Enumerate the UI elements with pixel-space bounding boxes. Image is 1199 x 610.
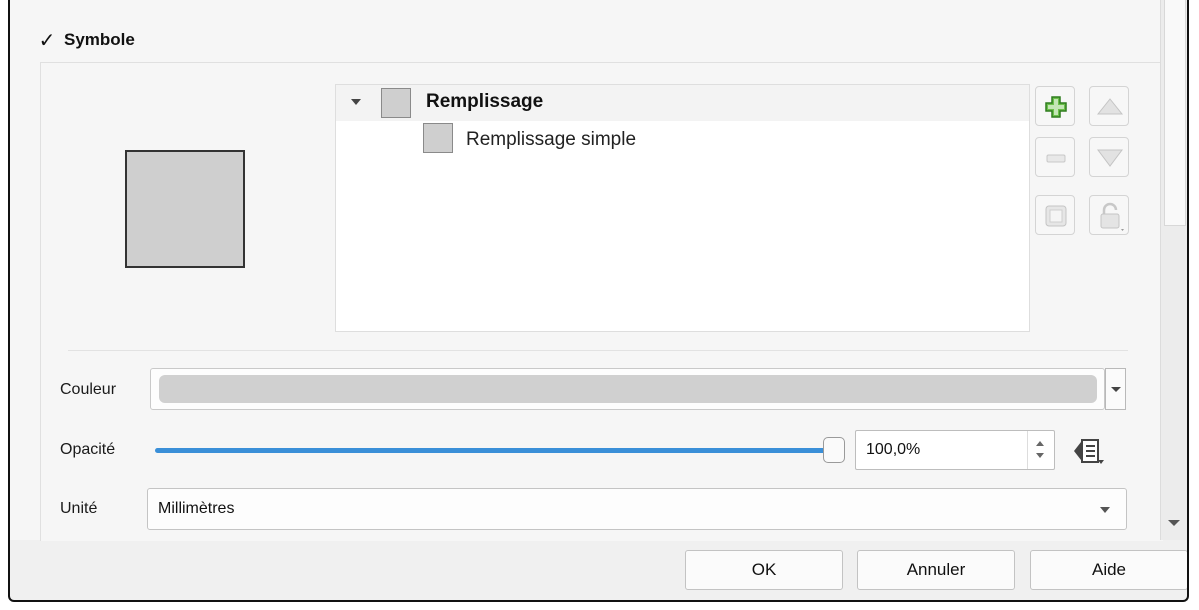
vertical-scrollbar[interactable] (1160, 0, 1187, 540)
expand-arrow-icon[interactable] (351, 99, 361, 105)
move-down-button[interactable] (1089, 137, 1129, 177)
opacity-value: 100,0% (866, 441, 921, 458)
chevron-down-icon (1100, 507, 1110, 513)
color-label: Couleur (60, 381, 117, 398)
spin-up-icon[interactable] (1036, 441, 1044, 446)
tree-item-label: Remplissage (426, 91, 544, 112)
opacity-slider-track[interactable] (155, 448, 835, 453)
move-up-button[interactable] (1089, 86, 1129, 126)
duplicate-icon (1045, 205, 1067, 227)
spin-down-icon[interactable] (1036, 453, 1044, 458)
simple-fill-swatch-icon (423, 123, 453, 153)
dialog-frame: ✓ Symbole Remplissage Remplissage simple (8, 0, 1189, 602)
symbol-group-header[interactable]: ✓ Symbole (38, 28, 135, 52)
duplicate-layer-button[interactable] (1035, 195, 1075, 235)
symbol-layer-tree[interactable]: Remplissage Remplissage simple (335, 84, 1030, 332)
unit-label: Unité (60, 500, 98, 517)
color-button[interactable] (150, 368, 1105, 410)
data-defined-icon (1074, 439, 1104, 464)
arrow-up-icon (1096, 98, 1124, 115)
remove-icon (1046, 154, 1066, 163)
symbol-group-title: Symbole (64, 30, 135, 49)
fill-swatch-icon (381, 88, 411, 118)
ok-button[interactable]: OK (685, 550, 843, 590)
scrollbar-thumb[interactable] (1164, 0, 1186, 226)
color-swatch (159, 375, 1097, 403)
arrow-down-icon (1097, 149, 1123, 167)
divider (68, 350, 1128, 351)
symbol-group-checkbox[interactable]: ✓ (38, 28, 56, 53)
lock-icon (1100, 202, 1124, 231)
add-layer-button[interactable] (1035, 86, 1075, 126)
symbol-panel: ✓ Symbole Remplissage Remplissage simple (10, 0, 1163, 541)
opacity-slider-handle[interactable] (823, 437, 845, 463)
chevron-down-icon (1111, 387, 1121, 392)
unit-select[interactable]: Millimètres (147, 488, 1127, 530)
data-defined-override-button[interactable] (1068, 436, 1124, 466)
help-button[interactable]: Aide (1030, 550, 1187, 590)
spin-arrows[interactable] (1027, 431, 1054, 469)
tree-item-remplissage[interactable]: Remplissage (336, 85, 1029, 121)
remove-layer-button[interactable] (1035, 137, 1075, 177)
tree-item-label: Remplissage simple (466, 129, 637, 150)
symbol-preview (125, 150, 245, 268)
opacity-spinbox[interactable]: 100,0% (855, 430, 1055, 470)
unit-value: Millimètres (158, 500, 235, 517)
add-icon (1045, 96, 1067, 118)
cancel-button[interactable]: Annuler (857, 550, 1015, 590)
lock-layer-button[interactable] (1089, 195, 1129, 235)
scroll-down-arrow-icon[interactable] (1168, 520, 1180, 526)
color-dropdown-button[interactable] (1105, 368, 1126, 410)
opacity-label: Opacité (60, 441, 116, 458)
